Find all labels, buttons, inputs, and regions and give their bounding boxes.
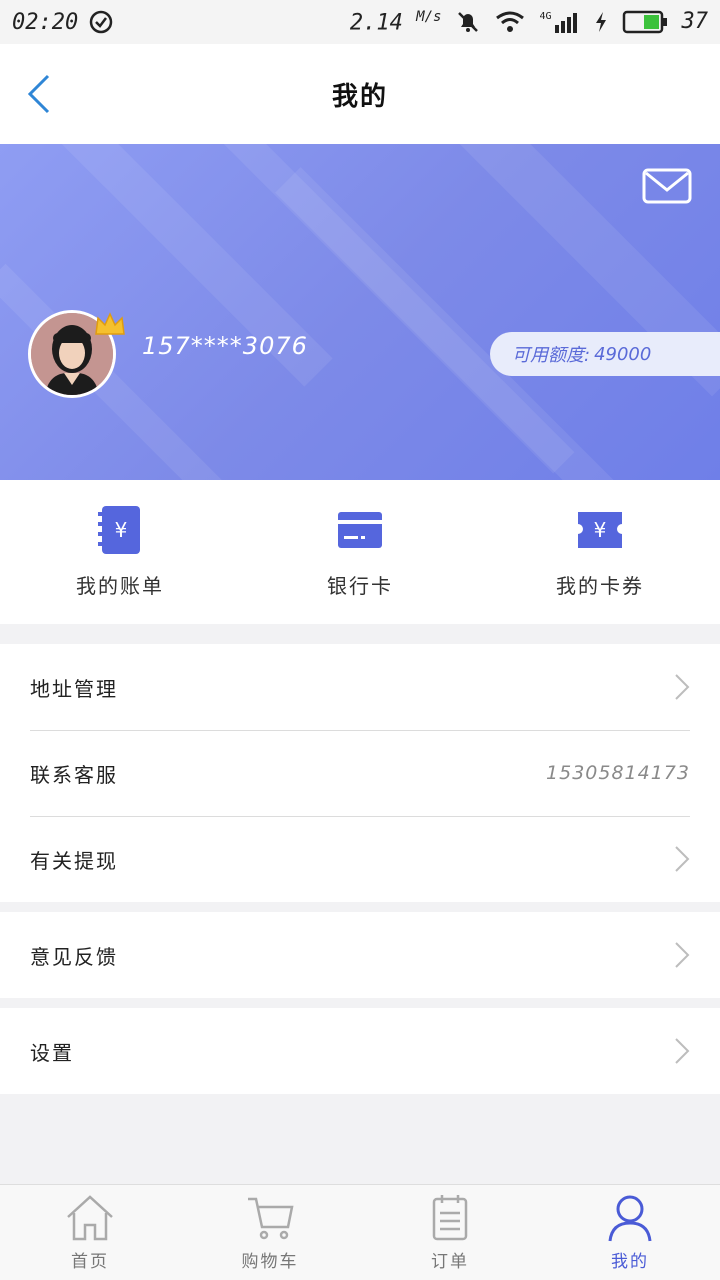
wifi-icon <box>496 11 525 32</box>
tab-mine-label: 我的 <box>611 1252 649 1272</box>
withdraw-info-item[interactable]: 有关提现 <box>0 816 720 902</box>
signal-icon <box>554 12 577 33</box>
home-icon <box>67 1195 113 1241</box>
chevron-right-icon <box>675 942 690 968</box>
menu-group-feedback: 意见反馈 <box>0 912 720 998</box>
my-coupon-label: 我的卡券 <box>556 574 644 598</box>
feedback-item[interactable]: 意见反馈 <box>0 912 720 998</box>
battery-level: 37 <box>681 9 709 35</box>
my-bill-button[interactable]: ¥ 我的账单 <box>0 480 240 624</box>
user-phone: 157****3076 <box>142 332 308 360</box>
crown-icon <box>95 312 125 335</box>
address-management-item[interactable]: 地址管理 <box>0 644 720 730</box>
my-bill-label: 我的账单 <box>76 574 164 598</box>
bank-card-icon <box>338 512 382 548</box>
tab-orders-label: 订单 <box>431 1252 469 1272</box>
chevron-right-icon <box>675 846 690 872</box>
net-speed: 2.14 M/s <box>349 8 442 36</box>
svg-text:¥: ¥ <box>594 518 607 542</box>
signal-indicator: 4G <box>539 11 579 33</box>
header: 我的 <box>0 44 720 144</box>
feedback-label: 意见反馈 <box>30 944 118 969</box>
svg-text:¥: ¥ <box>115 518 128 542</box>
tab-cart[interactable]: 购物车 <box>180 1185 360 1280</box>
status-time: 02:20 <box>12 9 79 35</box>
quick-actions: ¥ 我的账单 银行卡 ¥ 我的卡券 <box>0 480 720 624</box>
menu-group-main: 地址管理 联系客服 15305814173 有关提现 <box>0 644 720 902</box>
service-phone[interactable]: 15305814173 <box>546 762 690 784</box>
battery-icon <box>622 10 667 34</box>
tab-mine[interactable]: 我的 <box>540 1185 720 1280</box>
bill-icon: ¥ <box>98 506 140 554</box>
back-arrow-icon[interactable] <box>20 72 60 116</box>
order-icon <box>432 1195 468 1241</box>
tab-cart-label: 购物车 <box>241 1252 299 1272</box>
tab-home-label: 首页 <box>71 1252 109 1272</box>
credit-label: 可用额度: <box>512 345 591 366</box>
contact-service-label: 联系客服 <box>30 762 118 787</box>
my-coupon-button[interactable]: ¥ 我的卡券 <box>480 480 720 624</box>
tab-orders[interactable]: 订单 <box>360 1185 540 1280</box>
withdraw-info-label: 有关提现 <box>30 848 118 873</box>
chevron-right-icon <box>675 1038 690 1064</box>
settings-label: 设置 <box>30 1040 74 1065</box>
page-title: 我的 <box>331 81 388 112</box>
chevron-right-icon <box>675 674 690 700</box>
user-icon <box>608 1195 652 1242</box>
bank-card-label: 银行卡 <box>327 574 393 598</box>
profile-banner: 157****3076 可用额度: 49000 <box>0 144 720 480</box>
mail-icon[interactable] <box>642 166 692 206</box>
bank-card-button[interactable]: 银行卡 <box>240 480 480 624</box>
coupon-icon: ¥ <box>578 512 622 548</box>
bottom-tab-bar: 首页 购物车 订单 我的 <box>0 1184 720 1280</box>
tab-home[interactable]: 首页 <box>0 1185 180 1280</box>
address-management-label: 地址管理 <box>30 676 118 701</box>
credit-value: 49000 <box>594 343 652 365</box>
mute-bell-icon <box>458 12 479 32</box>
credit-badge: 可用额度: 49000 <box>490 332 720 376</box>
check-circle-icon <box>89 10 113 34</box>
charging-icon <box>595 11 606 32</box>
menu-group-settings: 设置 <box>0 1008 720 1094</box>
status-bar: 02:20 2.14 M/s 4G 37 <box>0 0 720 44</box>
settings-item[interactable]: 设置 <box>0 1008 720 1094</box>
cart-icon <box>248 1197 294 1240</box>
contact-service-item[interactable]: 联系客服 15305814173 <box>0 730 720 816</box>
